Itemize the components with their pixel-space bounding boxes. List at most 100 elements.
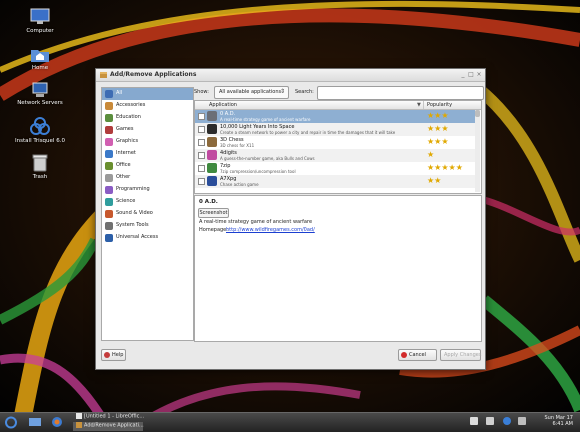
category-label: Programming <box>116 186 150 192</box>
category-item[interactable]: Other <box>102 172 193 184</box>
category-item[interactable]: Sound & Video <box>102 208 193 220</box>
column-header-application[interactable]: Application <box>209 102 237 108</box>
app-description: Chase action game <box>220 182 259 187</box>
app-description: A real-time strategy game of ancient war… <box>220 117 311 122</box>
category-item[interactable]: Graphics <box>102 136 193 148</box>
trash-icon <box>32 154 48 172</box>
app-row[interactable]: 3D Chess 3D chess for X11 ★★★ <box>195 136 475 149</box>
category-item[interactable]: Education <box>102 112 193 124</box>
mail-icon[interactable] <box>470 417 478 425</box>
app-icon <box>207 176 217 186</box>
browser-icon[interactable] <box>51 416 63 428</box>
homepage-label: Homepage: <box>199 227 228 233</box>
install-checkbox[interactable] <box>198 152 205 159</box>
app-row[interactable]: 7zip 7zip compression/uncompression tool… <box>195 162 475 175</box>
column-header-popularity[interactable]: Popularity <box>427 102 452 108</box>
desktop-icon-network-servers[interactable]: Network Servers <box>8 82 72 106</box>
category-item[interactable]: Games <box>102 124 193 136</box>
category-icon <box>105 222 113 230</box>
taskbar-item-libreoffice[interactable]: [Untitled 1 - LibreOffic... <box>73 413 144 422</box>
category-label: Sound & Video <box>116 210 153 216</box>
category-item[interactable]: Universal Access <box>102 232 193 244</box>
category-label: Internet <box>116 150 136 156</box>
popularity-stars: ★★★ <box>427 111 449 120</box>
category-label: Universal Access <box>116 234 159 240</box>
package-icon <box>100 72 107 78</box>
desktop-icon-install-trisquel[interactable]: Install Trisquel 6.0 <box>8 116 72 144</box>
app-description: Create a steam network to power a city a… <box>220 130 396 135</box>
category-item[interactable]: Internet <box>102 148 193 160</box>
category-icon <box>105 90 113 98</box>
app-row[interactable]: 0 A.D. A real-time strategy game of anci… <box>195 110 475 123</box>
install-checkbox[interactable] <box>198 126 205 133</box>
bluetooth-icon[interactable] <box>503 417 511 425</box>
cancel-icon <box>401 352 407 358</box>
show-dropdown[interactable]: All available applications ⇕ <box>214 86 289 99</box>
desktop-icon-trash[interactable]: Trash <box>8 154 72 180</box>
install-checkbox[interactable] <box>198 113 205 120</box>
keyboard-icon[interactable] <box>486 417 494 425</box>
apply-changes-button[interactable]: Apply Changes <box>440 349 481 361</box>
maximize-button[interactable]: □ <box>467 70 475 79</box>
install-checkbox[interactable] <box>198 139 205 146</box>
popularity-stars: ★★★ <box>427 124 449 133</box>
taskbar: [Untitled 1 - LibreOffic... Add/Remove A… <box>0 412 580 432</box>
category-icon <box>105 138 113 146</box>
category-icon <box>105 234 113 242</box>
application-list: Application ▼ Popularity 0 A.D. A real-t… <box>194 100 482 194</box>
install-checkbox[interactable] <box>198 178 205 185</box>
show-dropdown-value: All available applications <box>219 89 282 95</box>
popularity-stars: ★ <box>427 150 435 159</box>
cancel-button-label: Cancel <box>409 352 426 358</box>
category-sidebar: All Accessories Education Games Graphics… <box>101 87 194 341</box>
category-item[interactable]: Accessories <box>102 100 193 112</box>
app-icon <box>207 163 217 173</box>
add-remove-applications-window: Add/Remove Applications _ □ × All Access… <box>95 68 486 370</box>
scrollbar-thumb[interactable] <box>475 110 480 117</box>
window-title: Add/Remove Applications <box>110 71 197 78</box>
popularity-stars: ★★★ <box>427 137 449 146</box>
category-item[interactable]: Science <box>102 196 193 208</box>
category-label: All <box>116 90 123 96</box>
volume-icon[interactable] <box>518 417 526 425</box>
help-button[interactable]: Help <box>101 349 126 361</box>
category-label: Games <box>116 126 134 132</box>
column-separator <box>423 101 424 109</box>
app-details-pane: 0 A.D. Screenshot A real-time strategy g… <box>194 195 482 342</box>
app-icon <box>207 150 217 160</box>
details-description: A real-time strategy game of ancient war… <box>199 219 313 225</box>
clock[interactable]: Sun Mar 17 6:41 AM <box>533 415 574 427</box>
help-button-label: Help <box>112 352 124 358</box>
search-input[interactable] <box>317 86 484 100</box>
category-item[interactable]: Office <box>102 160 193 172</box>
category-icon <box>105 162 113 170</box>
apply-button-label: Apply Changes <box>444 352 482 358</box>
minimize-button[interactable]: _ <box>459 70 467 79</box>
desktop-icon-home[interactable]: Home <box>8 46 72 71</box>
package-icon <box>76 422 82 428</box>
screenshot-button[interactable]: Screenshot <box>198 208 229 218</box>
category-item[interactable]: All <box>102 88 193 100</box>
window-titlebar[interactable]: Add/Remove Applications _ □ × <box>96 69 485 82</box>
desktop-icon-label: Install Trisquel 6.0 <box>15 138 65 144</box>
app-row[interactable]: 4digits A guess-the-number game, aka Bul… <box>195 149 475 162</box>
taskbar-item-add-remove[interactable]: Add/Remove Applicati... <box>73 422 144 431</box>
close-button[interactable]: × <box>475 70 483 79</box>
app-row[interactable]: 10,000 Light Years Into Space Create a s… <box>195 123 475 136</box>
details-app-name: 0 A.D. <box>199 199 218 205</box>
install-checkbox[interactable] <box>198 165 205 172</box>
desktop-icon-computer[interactable]: Computer <box>8 8 72 34</box>
cancel-button[interactable]: Cancel <box>398 349 437 361</box>
network-icon <box>32 82 48 97</box>
category-item[interactable]: System Tools <box>102 220 193 232</box>
homepage-link[interactable]: http://www.wildfiregames.com/0ad/ <box>226 227 315 233</box>
category-item[interactable]: Programming <box>102 184 193 196</box>
home-folder-icon <box>31 50 49 62</box>
app-row[interactable]: A7Xpg Chase action game ★★ <box>195 175 475 188</box>
category-icon <box>105 174 113 182</box>
show-desktop-icon[interactable] <box>29 417 41 427</box>
category-label: Graphics <box>116 138 139 144</box>
list-scrollbar[interactable] <box>475 110 480 192</box>
start-menu-icon[interactable] <box>4 416 18 429</box>
app-icon <box>207 124 217 134</box>
